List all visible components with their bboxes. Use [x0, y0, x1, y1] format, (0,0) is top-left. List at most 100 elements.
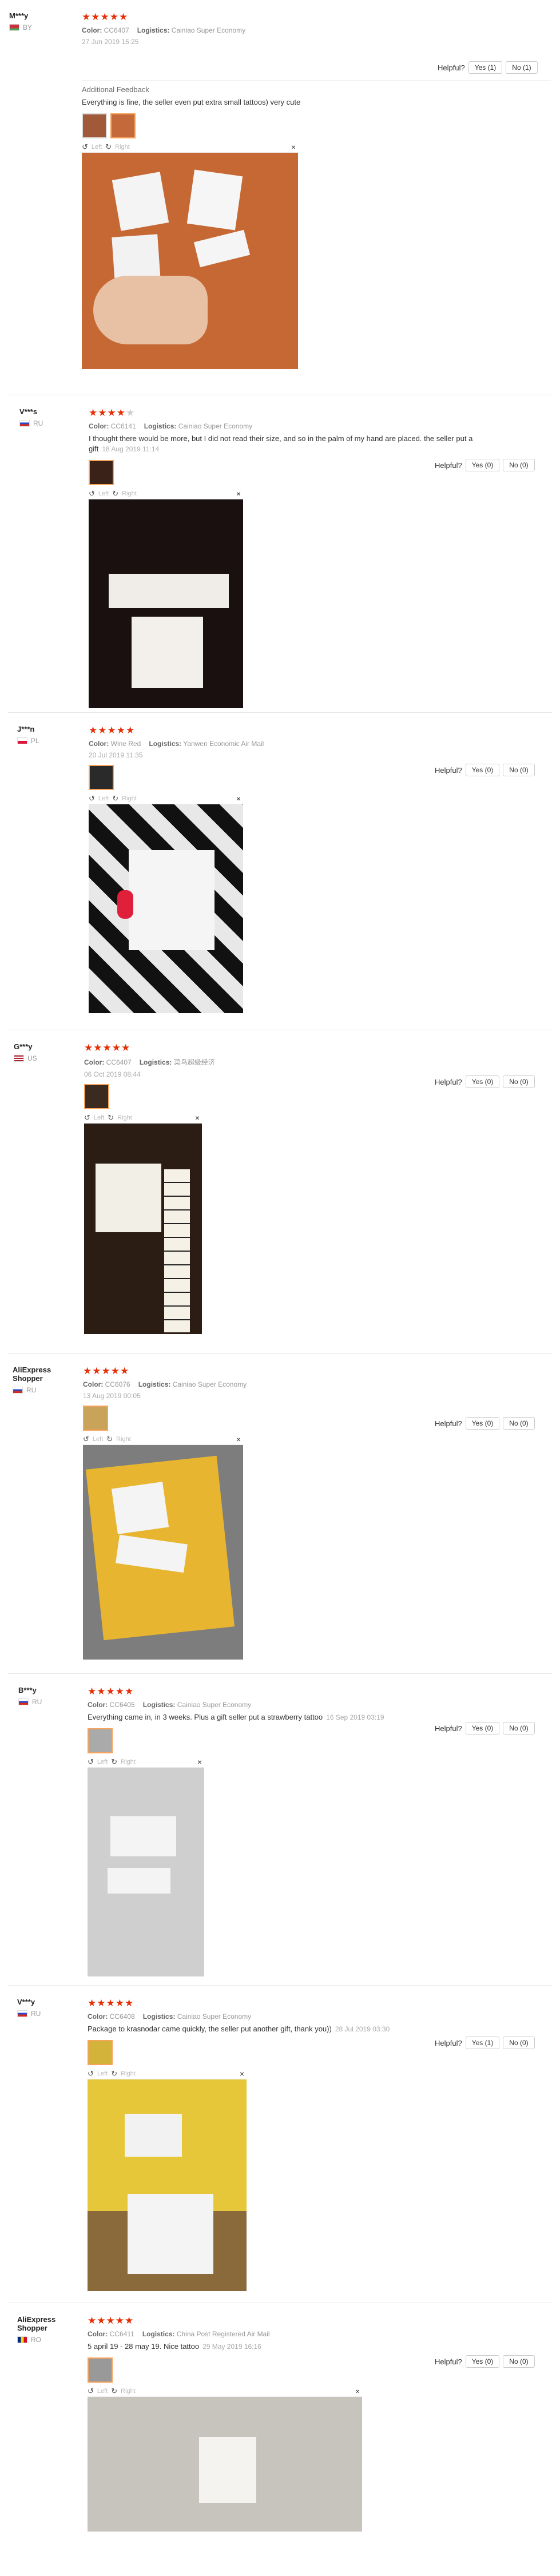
rotate-left-button[interactable]: Left — [97, 2388, 108, 2395]
photo-thumbnails — [89, 765, 489, 790]
rotate-right-button[interactable]: Right — [121, 2070, 136, 2077]
review-content: ★★★★★ Color: CC6411 Logistics: China Post… — [88, 2315, 488, 2532]
rotate-right-button[interactable]: Right — [122, 795, 137, 802]
review-content: ★★★★★ Color: Wine Red Logistics: Yanwen E… — [89, 725, 489, 1013]
helpful-yes-button[interactable]: Yes (0) — [465, 764, 500, 776]
rotate-left-icon[interactable]: ↺ — [89, 489, 95, 498]
close-icon[interactable]: × — [236, 1435, 243, 1444]
reviewer-country: US — [14, 1054, 82, 1062]
rotate-left-button[interactable]: Left — [92, 144, 102, 150]
photo-thumbnail[interactable] — [83, 1406, 108, 1431]
rotate-right-icon[interactable]: ↻ — [105, 142, 112, 152]
helpful-yes-button[interactable]: Yes (0) — [465, 1417, 500, 1430]
rotate-left-button[interactable]: Left — [98, 795, 109, 802]
close-icon[interactable]: × — [355, 2387, 362, 2396]
reviewer-info: B***y RU — [18, 1686, 87, 1706]
rotate-left-icon[interactable]: ↺ — [82, 142, 88, 152]
rotate-left-icon[interactable]: ↺ — [84, 1113, 90, 1122]
sku-info: Color: CC6407 Logistics: 菜鸟超级经济 — [84, 1058, 215, 1066]
review-2: V***s RU ★★★★★ Color: CC6141 Logistics: C… — [0, 395, 560, 712]
flag-icon — [17, 2336, 27, 2343]
helpful-votes: Helpful? Yes (0) No (0) — [435, 1722, 535, 1734]
sku-info: Color: CC6076 Logistics: Cainiao Super Ec… — [83, 1380, 247, 1388]
close-icon[interactable]: × — [197, 1757, 204, 1767]
reviewer-country: RO — [17, 2336, 86, 2344]
photo-thumbnails — [82, 113, 551, 138]
flag-icon — [17, 737, 27, 744]
helpful-yes-button[interactable]: Yes (1) — [465, 2037, 500, 2049]
rotate-right-icon[interactable]: ↻ — [111, 1757, 117, 1767]
helpful-yes-button[interactable]: Yes (0) — [465, 1722, 500, 1734]
rotate-right-button[interactable]: Right — [116, 1436, 131, 1443]
rotate-left-button[interactable]: Left — [97, 1759, 108, 1765]
sku-info: Color: CC6407 Logistics: Cainiao Super Ec… — [82, 26, 246, 34]
close-icon[interactable]: × — [240, 2069, 247, 2078]
review-7: V***y RU ★★★★★ Color: CC6408 Logistics: C… — [0, 1985, 560, 2303]
photo-thumbnail[interactable] — [88, 2357, 113, 2383]
rotate-left-button[interactable]: Left — [98, 490, 109, 497]
helpful-no-button[interactable]: No (0) — [503, 2355, 535, 2368]
review-date: 20 Jul 2019 11:35 — [89, 751, 143, 759]
rotate-left-icon[interactable]: ↺ — [83, 1435, 89, 1444]
photo-thumbnail[interactable] — [82, 113, 107, 138]
star-rating: ★★★★★ — [82, 11, 129, 22]
helpful-no-button[interactable]: No (0) — [503, 2037, 535, 2049]
rotate-left-button[interactable]: Left — [93, 1436, 103, 1443]
reviewer-country: RU — [18, 1698, 87, 1706]
rotate-left-icon[interactable]: ↺ — [88, 2069, 94, 2078]
rotate-right-icon[interactable]: ↻ — [111, 2387, 117, 2396]
photo-thumbnail[interactable] — [88, 2040, 113, 2065]
rotate-right-icon[interactable]: ↻ — [106, 1435, 113, 1444]
helpful-no-button[interactable]: No (0) — [503, 1722, 535, 1734]
reviewer-name: V***y — [17, 1998, 35, 2006]
rotate-right-button[interactable]: Right — [121, 2388, 136, 2395]
additional-feedback-text: Everything is fine, the seller even put … — [82, 98, 301, 106]
rotate-right-icon[interactable]: ↻ — [112, 794, 118, 803]
rotate-left-button[interactable]: Left — [97, 2070, 108, 2077]
close-icon[interactable]: × — [236, 794, 243, 803]
rotate-right-icon[interactable]: ↻ — [111, 2069, 117, 2078]
close-icon[interactable]: × — [291, 142, 298, 152]
helpful-yes-button[interactable]: Yes (0) — [465, 459, 500, 471]
star-rating: ★★★★★ — [84, 1042, 131, 1053]
helpful-yes-button[interactable]: Yes (1) — [468, 61, 503, 74]
photo-thumbnail[interactable] — [84, 1084, 109, 1109]
rotate-right-icon[interactable]: ↻ — [112, 489, 118, 498]
close-icon[interactable]: × — [195, 1113, 202, 1122]
close-icon[interactable]: × — [236, 489, 243, 498]
star-rating: ★★★★★ — [88, 1998, 134, 2009]
review-photo — [88, 2079, 247, 2291]
rotate-left-icon[interactable]: ↺ — [88, 1757, 94, 1767]
rotate-right-icon[interactable]: ↻ — [108, 1113, 114, 1122]
review-photo — [89, 499, 243, 708]
helpful-no-button[interactable]: No (0) — [503, 1417, 535, 1430]
rotate-left-button[interactable]: Left — [94, 1114, 104, 1121]
flag-icon — [17, 2010, 27, 2017]
helpful-yes-button[interactable]: Yes (0) — [465, 2355, 500, 2368]
photo-thumbnail[interactable] — [89, 460, 114, 485]
review-content: ★★★★★ Color: CC6141 Logistics: Cainiao Su… — [89, 407, 489, 708]
photo-viewer: ↺ Left ↻ Right × — [89, 793, 243, 1013]
photo-thumbnail[interactable] — [88, 1728, 113, 1753]
rotate-right-button[interactable]: Right — [122, 490, 137, 497]
helpful-no-button[interactable]: No (1) — [506, 61, 538, 74]
rotate-left-icon[interactable]: ↺ — [88, 2387, 94, 2396]
photo-viewer: ↺ Left ↻ Right × — [88, 1757, 204, 1976]
rotate-right-button[interactable]: Right — [117, 1114, 132, 1121]
photo-thumbnails — [89, 460, 489, 485]
helpful-yes-button[interactable]: Yes (0) — [465, 1075, 500, 1088]
photo-viewer: ↺ Left ↻ Right × — [88, 2386, 362, 2532]
helpful-votes: Helpful? Yes (1) No (0) — [435, 2037, 535, 2049]
helpful-no-button[interactable]: No (0) — [503, 1075, 535, 1088]
photo-viewer: ↺ Left ↻ Right × — [82, 142, 298, 369]
rotate-right-button[interactable]: Right — [115, 144, 130, 150]
reviewer-country: BY — [9, 23, 78, 31]
photo-thumbnail[interactable] — [89, 765, 114, 790]
rotate-right-button[interactable]: Right — [121, 1759, 136, 1765]
reviewer-info: V***y RU — [17, 1998, 86, 2018]
helpful-no-button[interactable]: No (0) — [503, 764, 535, 776]
photo-thumbnail[interactable] — [110, 113, 136, 138]
helpful-no-button[interactable]: No (0) — [503, 459, 535, 471]
rotate-left-icon[interactable]: ↺ — [89, 794, 95, 803]
photo-thumbnails — [88, 1728, 488, 1753]
